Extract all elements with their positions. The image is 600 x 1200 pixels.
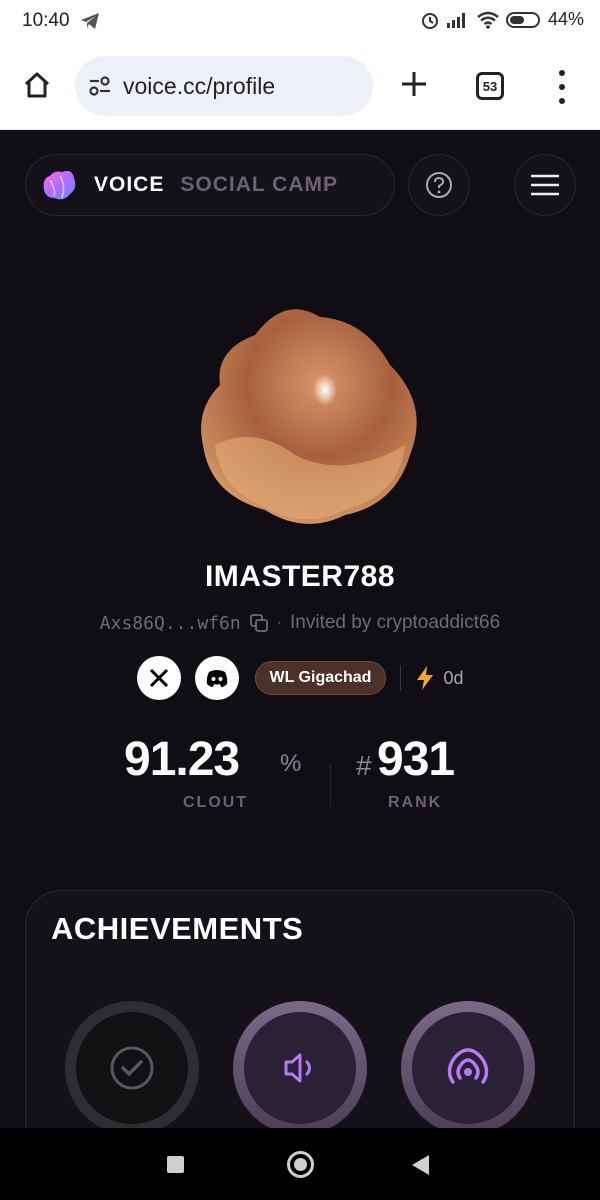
invited-by-text[interactable]: Invited by cryptoaddict66 <box>290 612 500 634</box>
copy-icon[interactable] <box>249 613 269 633</box>
brand-name: VOICE <box>94 173 165 196</box>
wl-role-badge: WL Gigachad <box>254 661 387 695</box>
browser-toolbar: voice.cc/profile 53 <box>0 44 600 130</box>
alarm-icon <box>421 12 438 29</box>
home-icon <box>24 72 50 98</box>
battery-icon <box>505 11 540 28</box>
wifi-icon <box>477 11 499 29</box>
signal-icon <box>446 12 465 28</box>
achievement-voice[interactable] <box>233 1001 367 1128</box>
profile-avatar <box>201 309 417 524</box>
voice-logo <box>43 170 76 200</box>
x-link-button[interactable] <box>136 656 181 700</box>
menu-button[interactable] <box>514 154 576 216</box>
brand-subtitle: SOCIAL CAMP <box>180 173 338 196</box>
status-bar: 10:40 44% <box>0 0 600 44</box>
achievements-card: ACHIEVEMENTS <box>25 890 575 1128</box>
speaker-icon <box>284 1053 311 1083</box>
brand-pill[interactable]: VOICE SOCIAL CAMP <box>25 154 395 216</box>
profile-page: VOICE SOCIAL CAMP IMASTER788 Axs86Q...wf… <box>0 130 600 1128</box>
home-nav-button[interactable] <box>287 1151 314 1178</box>
clout-value: 91.23 <box>124 733 240 786</box>
stats-section: 91.23 % CLOUT # 931 RANK <box>0 720 600 830</box>
lightning-icon <box>417 666 434 690</box>
rank-label: RANK <box>388 794 443 811</box>
home-button[interactable] <box>20 68 54 102</box>
x-logo-icon <box>149 668 168 688</box>
discord-link-button[interactable] <box>194 656 239 700</box>
achievement-check[interactable] <box>65 1001 199 1128</box>
separator-dot: · <box>276 614 283 631</box>
broadcast-icon <box>447 1048 489 1084</box>
tab-switcher-button[interactable]: 53 <box>476 72 504 100</box>
rank-value: 931 <box>377 733 455 786</box>
achievement-broadcast[interactable] <box>401 1001 535 1128</box>
url-text: voice.cc/profile <box>123 72 276 99</box>
telegram-icon <box>81 13 99 29</box>
battery-percent: 44% <box>547 9 584 29</box>
clout-unit: % <box>280 750 302 777</box>
check-circle-icon <box>110 1046 154 1090</box>
rank-hash: # <box>356 750 372 781</box>
address-bar[interactable]: voice.cc/profile <box>75 56 373 116</box>
hamburger-icon <box>531 174 559 196</box>
help-icon <box>426 172 452 198</box>
stats-divider <box>330 764 331 806</box>
help-button[interactable] <box>408 154 470 216</box>
profile-meta: Axs86Q...wf6n · Invited by cryptoaddict6… <box>0 612 600 634</box>
badge-divider <box>400 665 402 691</box>
clout-label: CLOUT <box>183 794 249 811</box>
streak-indicator: 0d <box>415 665 463 691</box>
recents-button[interactable] <box>167 1156 184 1173</box>
system-nav-bar <box>0 1128 600 1200</box>
back-button[interactable] <box>412 1155 429 1175</box>
status-time: 10:40 <box>22 10 70 31</box>
browser-menu-button[interactable] <box>552 70 572 104</box>
status-icons: 44% <box>420 9 584 30</box>
streak-value: 0d <box>443 667 464 688</box>
site-settings-icon[interactable] <box>87 73 113 99</box>
wallet-address: Axs86Q...wf6n <box>99 612 241 634</box>
new-tab-icon[interactable] <box>398 68 430 100</box>
discord-icon <box>206 670 227 687</box>
achievements-title: ACHIEVEMENTS <box>51 911 304 946</box>
username: IMASTER788 <box>204 560 396 593</box>
badge-row: WL Gigachad 0d <box>0 656 600 700</box>
